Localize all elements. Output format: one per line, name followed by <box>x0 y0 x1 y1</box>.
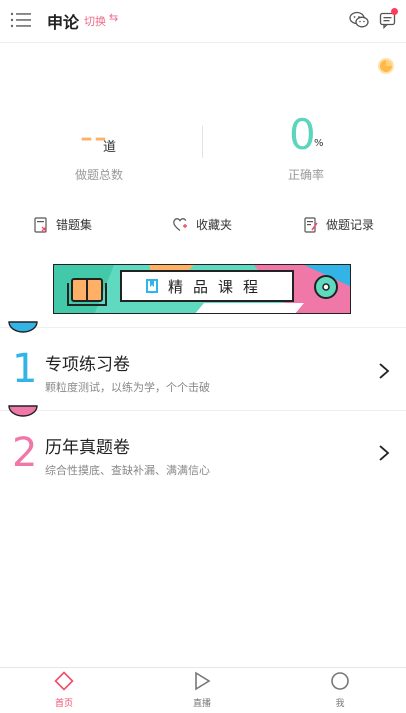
nav-home[interactable]: 首页 <box>34 671 94 709</box>
notification-dot <box>391 8 398 15</box>
section-1-number: 1 <box>12 346 38 392</box>
home-diamond-icon <box>54 671 74 691</box>
nav-profile-label: 我 <box>335 699 345 709</box>
practice-record-label: 做题记录 <box>326 218 375 232</box>
nav-home-label: 首页 <box>54 699 73 709</box>
banner-title: 精品课程 <box>167 277 268 296</box>
section-1-title[interactable]: 专项练习卷 <box>45 350 130 375</box>
switch-arrows-icon[interactable]: ⇆ <box>109 11 118 24</box>
total-questions-unit: 道 <box>103 140 117 155</box>
favorites-label: 收藏夹 <box>196 218 233 232</box>
accuracy-label: 正确率 <box>288 168 325 182</box>
section-2-number: 2 <box>12 430 38 476</box>
live-play-icon <box>195 671 211 691</box>
practice-record-link[interactable]: 做题记录 <box>304 216 374 233</box>
wrong-questions-link[interactable]: 错题集 <box>34 216 92 233</box>
practice-record-icon <box>304 216 318 233</box>
bookmark-icon <box>145 279 158 293</box>
section-divider <box>0 327 406 328</box>
accuracy-value: 0 <box>289 110 316 159</box>
accuracy-unit: % <box>314 138 324 149</box>
section-2-arc <box>8 405 38 417</box>
page-title: 申论 <box>47 13 80 32</box>
profile-circle-icon <box>331 672 349 690</box>
section-1-arc <box>8 321 38 333</box>
section-2-title[interactable]: 历年真题卷 <box>45 433 130 458</box>
favorite-heart-icon <box>173 218 187 231</box>
chevron-right-icon[interactable] <box>378 362 390 380</box>
section-divider <box>0 410 406 411</box>
sun-icon[interactable] <box>377 57 395 75</box>
stats-divider <box>202 126 203 158</box>
section-1-subtitle: 颗粒度测试，以练为学，个个击破 <box>45 381 210 394</box>
section-2-subtitle: 综合性摸底、查缺补漏、满满信心 <box>45 464 210 477</box>
wechat-icon[interactable] <box>349 11 369 29</box>
wrong-questions-icon <box>34 216 47 233</box>
nav-profile[interactable]: 我 <box>310 671 370 709</box>
nav-live[interactable]: 直播 <box>172 671 232 709</box>
switch-button[interactable]: 切换 <box>84 13 106 29</box>
favorites-link[interactable]: 收藏夹 <box>172 216 232 233</box>
menu-icon[interactable] <box>10 11 32 29</box>
banner-title-box: 精品课程 <box>120 270 294 302</box>
wrong-questions-label: 错题集 <box>56 218 93 232</box>
nav-live-label: 直播 <box>192 699 211 709</box>
chevron-right-icon[interactable] <box>378 444 390 462</box>
total-questions-label: 做题总数 <box>75 168 124 182</box>
